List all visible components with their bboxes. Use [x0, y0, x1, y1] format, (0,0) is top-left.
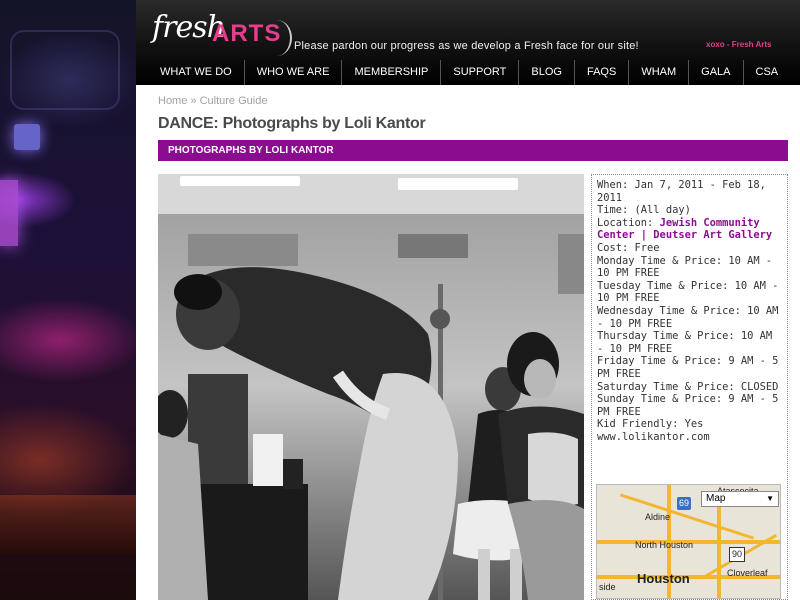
map-label-aldine: Aldine	[645, 512, 671, 522]
breadcrumb: Home » Culture Guide	[158, 95, 267, 107]
map-type-select[interactable]: Map ▼	[701, 491, 779, 507]
location-label: Location:	[597, 216, 660, 229]
breadcrumb-home[interactable]: Home	[158, 95, 187, 107]
location-map[interactable]: Atascocita Aldine North Houston Houston …	[596, 484, 781, 599]
event-photo[interactable]	[158, 174, 584, 600]
schedule-saturday: Saturday Time & Price: CLOSED	[597, 380, 779, 393]
main-content: Home » Culture Guide DANCE: Photographs …	[136, 85, 800, 600]
decorative-square	[14, 124, 40, 150]
schedule-tuesday: Tuesday Time & Price: 10 AM - 10 PM FREE	[597, 279, 779, 305]
dance-photograph	[158, 174, 584, 600]
nav-gala[interactable]: GALA	[689, 60, 744, 85]
site-header: fresh ARTS Please pardon our progress as…	[136, 0, 800, 85]
breadcrumb-separator: »	[187, 95, 200, 107]
schedule-friday: Friday Time & Price: 9 AM - 5 PM FREE	[597, 355, 779, 380]
chevron-down-icon: ▼	[766, 494, 774, 503]
decorative-background	[0, 0, 136, 600]
event-kid-friendly: Kid Friendly: Yes	[597, 418, 704, 431]
highway-69-shield-icon: 69	[677, 497, 692, 510]
decorative-bar	[0, 180, 18, 246]
map-label-side: side	[599, 582, 616, 592]
map-type-value: Map	[706, 493, 726, 504]
decorative-glow	[0, 495, 136, 555]
logo-swoosh-icon	[262, 20, 292, 56]
nav-support[interactable]: SUPPORT	[441, 60, 520, 85]
section-header-bar: PHOTOGRAPHS BY LOLI KANTOR	[158, 140, 788, 161]
header-signoff: xoxo - Fresh Arts	[706, 40, 772, 49]
header-tagline: Please pardon our progress as we develop…	[294, 40, 639, 52]
nav-csa[interactable]: CSA	[744, 60, 791, 85]
map-label-north-houston: North Houston	[635, 540, 694, 550]
nav-wham[interactable]: WHAM	[629, 60, 690, 85]
event-website[interactable]: www.lolikantor.com	[597, 431, 782, 444]
highway-90-shield-icon: 90	[729, 547, 746, 562]
schedule-sunday: Sunday Time & Price: 9 AM - 5 PM FREE	[597, 393, 779, 418]
event-details: When: Jan 7, 2011 - Feb 18, 2011 Time: (…	[591, 174, 788, 600]
nav-blog[interactable]: BLOG	[519, 60, 575, 85]
nav-membership[interactable]: MEMBERSHIP	[342, 60, 442, 85]
main-nav: WHAT WE DO WHO WE ARE MEMBERSHIP SUPPORT…	[136, 60, 800, 85]
event-when: When: Jan 7, 2011 - Feb 18, 2011	[597, 179, 766, 204]
fresh-arts-logo[interactable]: fresh ARTS	[152, 6, 292, 58]
event-time: Time: (All day)	[597, 204, 691, 217]
map-label-houston: Houston	[637, 571, 690, 586]
nav-who-we-are[interactable]: WHO WE ARE	[245, 60, 343, 85]
decorative-frame	[10, 30, 120, 110]
event-location: Location: Jewish Community Center | Deut…	[597, 217, 782, 242]
schedule-thursday: Thursday Time & Price: 10 AM - 10 PM FRE…	[597, 330, 773, 355]
schedule-monday: Monday Time & Price: 10 AM - 10 PM FREE	[597, 254, 773, 280]
page-title: DANCE: Photographs by Loli Kantor	[158, 115, 426, 132]
event-cost: Cost: Free	[597, 241, 660, 254]
nav-faqs[interactable]: FAQS	[575, 60, 630, 85]
map-label-cloverleaf: Cloverleaf	[727, 568, 768, 578]
schedule-wednesday: Wednesday Time & Price: 10 AM - 10 PM FR…	[597, 304, 779, 330]
nav-what-we-do[interactable]: WHAT WE DO	[136, 60, 245, 85]
breadcrumb-current[interactable]: Culture Guide	[200, 95, 268, 107]
